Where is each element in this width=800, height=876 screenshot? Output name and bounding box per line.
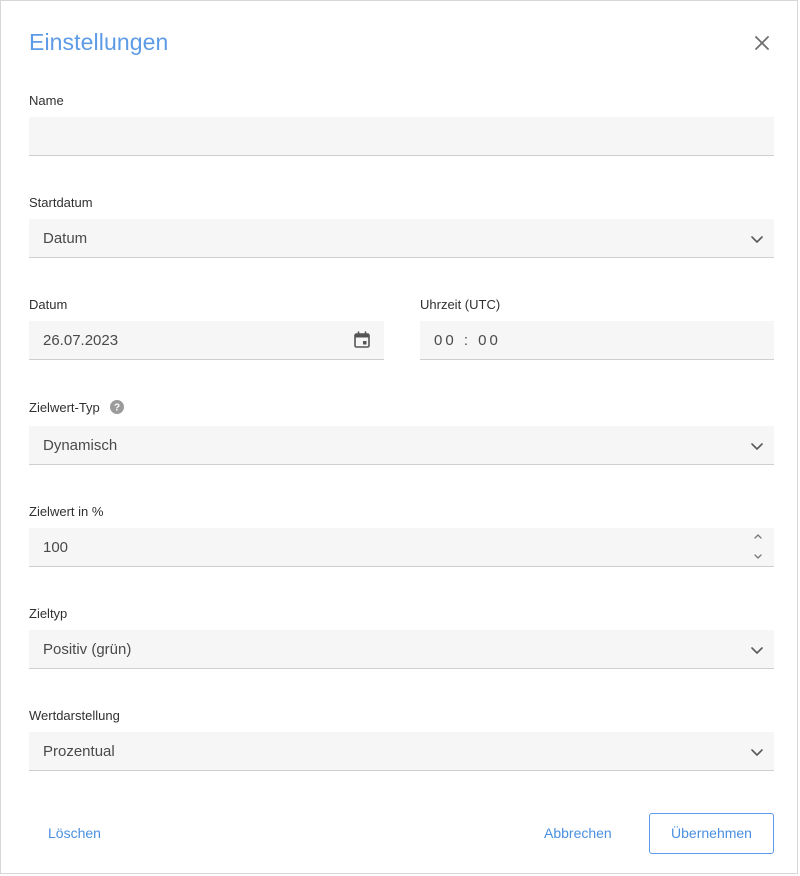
zieltyp-value: Positiv (grün)	[43, 641, 132, 658]
uhrzeit-value: 00 : 00	[434, 332, 501, 349]
zielwert-value: 100	[43, 539, 69, 556]
chevron-down-icon	[751, 647, 763, 654]
name-label: Name	[29, 93, 64, 108]
help-icon[interactable]: ?	[110, 400, 124, 414]
startdatum-value: Datum	[43, 230, 88, 247]
chevron-down-icon	[751, 749, 763, 756]
zieltyp-label: Zieltyp	[29, 606, 68, 621]
apply-button[interactable]: Übernehmen	[649, 813, 774, 854]
name-input[interactable]	[29, 117, 774, 156]
wertdarstellung-label: Wertdarstellung	[29, 708, 120, 723]
uhrzeit-label: Uhrzeit (UTC)	[420, 297, 501, 312]
dialog-title: Einstellungen	[29, 29, 169, 55]
chevron-down-icon	[751, 443, 763, 450]
zielwert-typ-select[interactable]: Dynamisch	[29, 426, 774, 465]
svg-text:?: ?	[114, 403, 120, 414]
wertdarstellung-value: Prozentual	[43, 743, 115, 760]
zieltyp-select[interactable]: Positiv (grün)	[29, 630, 774, 669]
startdatum-select[interactable]: Datum	[29, 219, 774, 258]
close-icon[interactable]	[751, 32, 773, 54]
uhrzeit-input[interactable]: 00 : 00	[420, 321, 774, 360]
datum-value: 26.07.2023	[43, 332, 119, 349]
zielwert-typ-label: Zielwert-Typ	[29, 400, 100, 415]
wertdarstellung-select[interactable]: Prozentual	[29, 732, 774, 771]
number-stepper-icon[interactable]	[752, 531, 764, 563]
zielwert-label: Zielwert in %	[29, 504, 104, 519]
settings-dialog: Einstellungen Name Startdatum Datum Datu…	[0, 0, 798, 874]
delete-button[interactable]: Löschen	[48, 825, 101, 841]
datum-input[interactable]: 26.07.2023	[29, 321, 384, 360]
chevron-down-icon	[751, 236, 763, 243]
zielwert-input[interactable]: 100	[29, 528, 774, 567]
datum-label: Datum	[29, 297, 68, 312]
startdatum-label: Startdatum	[29, 195, 93, 210]
calendar-icon[interactable]	[352, 330, 372, 350]
zielwert-typ-value: Dynamisch	[43, 437, 118, 454]
cancel-button[interactable]: Abbrechen	[544, 825, 612, 841]
